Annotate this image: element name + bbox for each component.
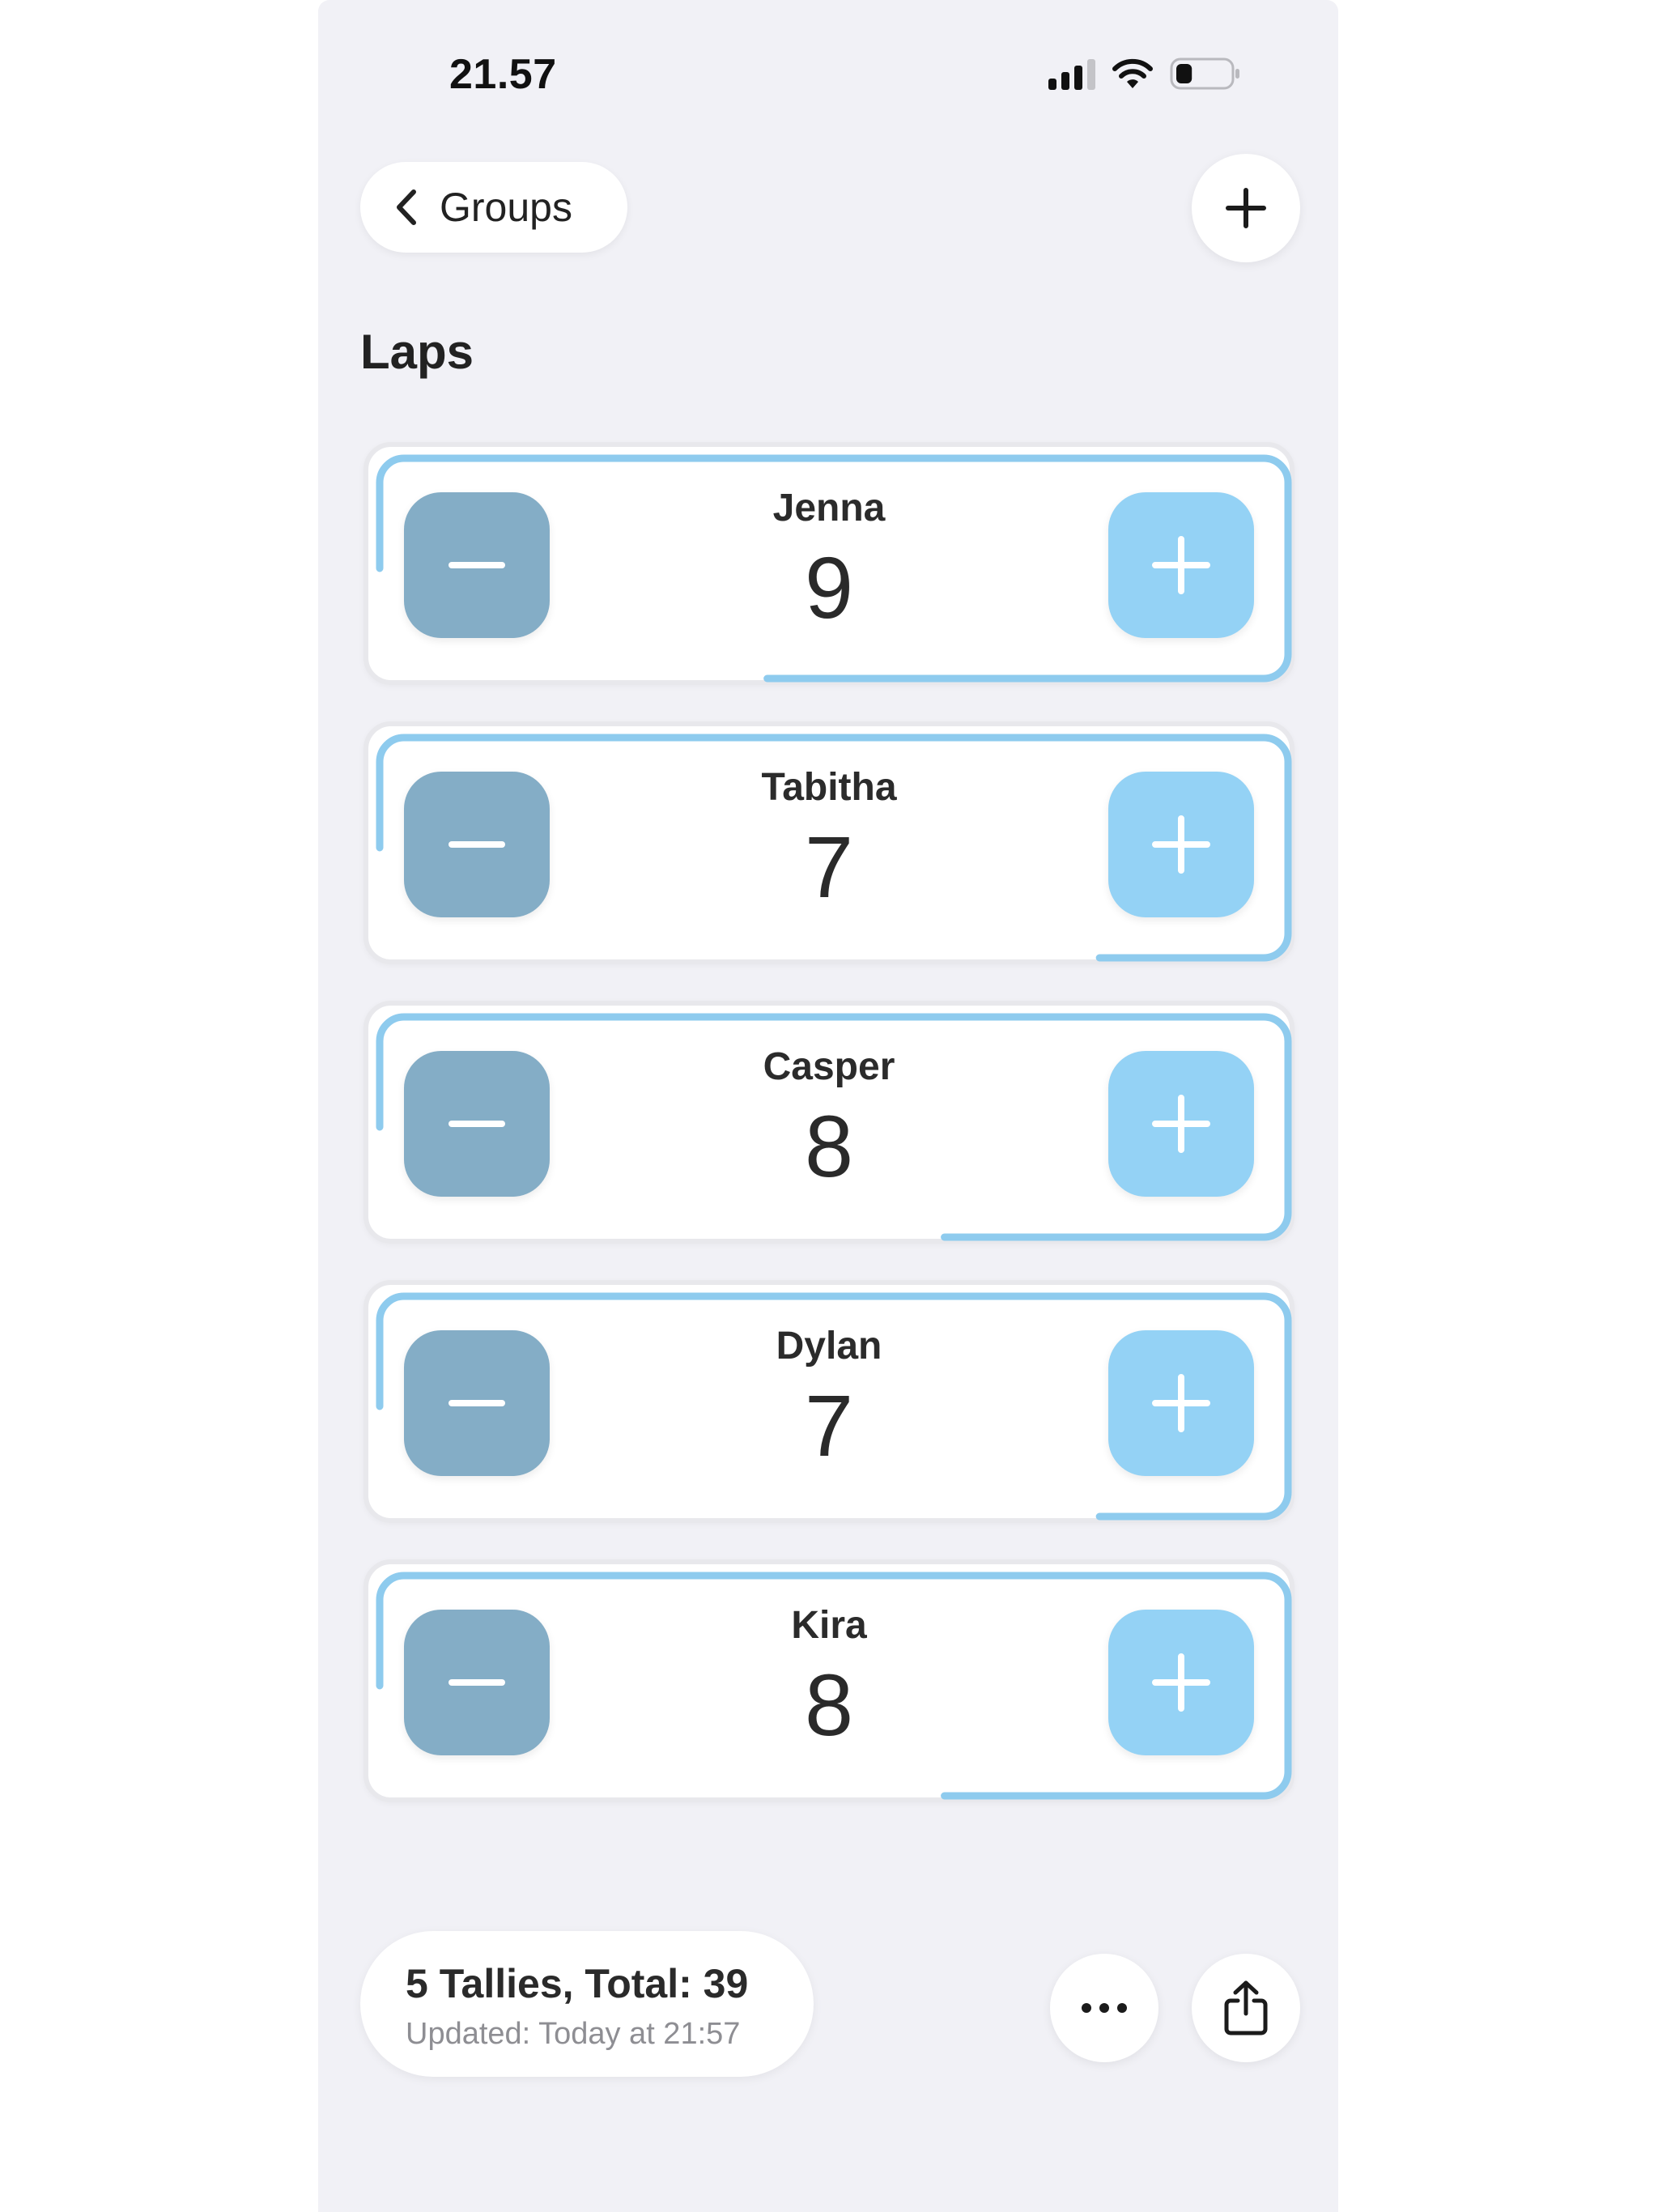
plus-icon	[1152, 1374, 1210, 1432]
back-button[interactable]: Groups	[360, 162, 627, 253]
increment-button[interactable]	[1108, 772, 1254, 917]
increment-button[interactable]	[1108, 1610, 1254, 1755]
tally-card: Tabitha 7	[363, 721, 1295, 964]
summary-total: 5 Tallies, Total: 39	[406, 1961, 749, 2006]
tally-card: Kira 8	[363, 1559, 1295, 1802]
status-time: 21.57	[449, 51, 557, 98]
share-button[interactable]	[1192, 1954, 1300, 2062]
tally-card: Dylan 7	[363, 1280, 1295, 1523]
plus-icon	[1226, 188, 1266, 228]
increment-button[interactable]	[1108, 492, 1254, 638]
plus-icon	[1152, 536, 1210, 594]
more-button[interactable]	[1050, 1954, 1158, 2062]
increment-button[interactable]	[1108, 1051, 1254, 1197]
chevron-left-icon	[397, 189, 416, 225]
tally-card: Jenna 9	[363, 442, 1295, 685]
increment-button[interactable]	[1108, 1330, 1254, 1476]
summary-updated: Updated: Today at 21:57	[406, 2017, 741, 2051]
share-icon	[1224, 1980, 1268, 2035]
status-icons	[1048, 57, 1241, 91]
page-title: Laps	[360, 325, 474, 379]
cellular-signal-icon	[1048, 57, 1095, 90]
back-button-label: Groups	[440, 185, 572, 230]
battery-icon	[1170, 57, 1239, 90]
plus-icon	[1152, 1095, 1210, 1153]
ellipsis-icon	[1082, 2003, 1127, 2013]
summary-pill[interactable]: 5 Tallies, Total: 39 Updated: Today at 2…	[360, 1931, 814, 2077]
wifi-icon	[1112, 58, 1153, 88]
tally-card: Casper 8	[363, 1001, 1295, 1244]
add-tally-button[interactable]	[1192, 154, 1300, 262]
app-screen: 21.57 Groups Laps Jenna 9 Tabitha 7 Casp…	[318, 0, 1338, 2212]
plus-icon	[1152, 1653, 1210, 1712]
plus-icon	[1152, 815, 1210, 874]
